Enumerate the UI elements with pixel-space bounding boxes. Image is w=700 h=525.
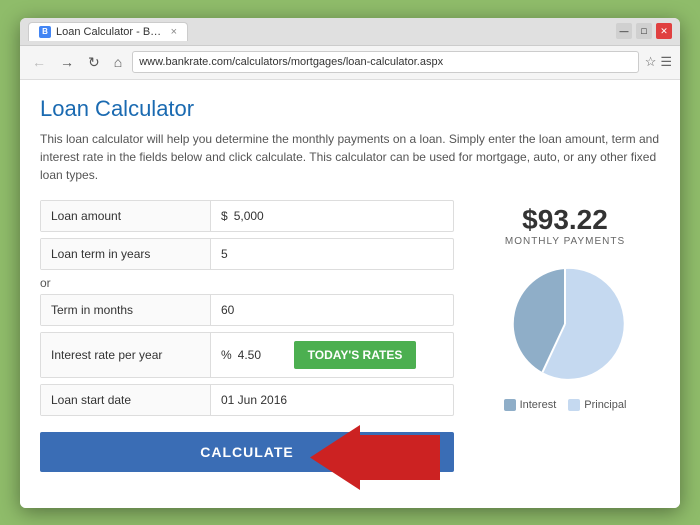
term-months-label: Term in months bbox=[41, 295, 211, 325]
term-months-input[interactable] bbox=[221, 303, 443, 317]
start-date-row: Loan start date bbox=[40, 384, 454, 416]
interest-label: Interest bbox=[520, 399, 557, 411]
back-button[interactable]: ← bbox=[28, 52, 50, 72]
title-bar: B Loan Calculator - Bankrat... × — □ ✕ bbox=[20, 18, 680, 46]
start-date-value bbox=[211, 385, 453, 415]
loan-amount-row: Loan amount $ bbox=[40, 200, 454, 232]
address-input[interactable] bbox=[132, 51, 638, 73]
loan-term-row: Loan term in years bbox=[40, 238, 454, 270]
pie-legend: Interest Principal bbox=[504, 399, 627, 411]
close-button[interactable]: ✕ bbox=[656, 23, 672, 39]
legend-principal: Principal bbox=[568, 399, 626, 411]
monthly-amount: $93.22 bbox=[522, 204, 608, 236]
loan-amount-value: $ bbox=[211, 201, 453, 231]
maximize-button[interactable]: □ bbox=[636, 23, 652, 39]
minimize-button[interactable]: — bbox=[616, 23, 632, 39]
or-text: or bbox=[40, 276, 454, 290]
tab-close-icon[interactable]: × bbox=[171, 26, 177, 38]
page-content: Loan Calculator This loan calculator wil… bbox=[20, 80, 680, 508]
interest-rate-input[interactable] bbox=[238, 348, 288, 362]
pie-svg bbox=[500, 259, 630, 389]
loan-term-input[interactable] bbox=[221, 247, 443, 261]
term-months-value bbox=[211, 295, 453, 325]
percent-symbol: % bbox=[221, 348, 232, 362]
bookmark-icon[interactable]: ☆ bbox=[645, 54, 657, 70]
address-bar: ← → ↻ ⌂ ☆ ☰ bbox=[20, 46, 680, 80]
term-months-row: Term in months bbox=[40, 294, 454, 326]
refresh-button[interactable]: ↻ bbox=[84, 52, 104, 73]
page-title: Loan Calculator bbox=[40, 96, 660, 122]
browser-window: B Loan Calculator - Bankrat... × — □ ✕ ←… bbox=[20, 18, 680, 508]
loan-term-label: Loan term in years bbox=[41, 239, 211, 269]
pie-chart bbox=[500, 259, 630, 389]
home-button[interactable]: ⌂ bbox=[110, 52, 126, 72]
tab-favicon: B bbox=[39, 26, 51, 38]
page-description: This loan calculator will help you deter… bbox=[40, 130, 660, 184]
principal-dot bbox=[568, 399, 580, 411]
loan-amount-label: Loan amount bbox=[41, 201, 211, 231]
address-icons: ☆ ☰ bbox=[645, 54, 672, 70]
legend-interest: Interest bbox=[504, 399, 557, 411]
result-section: $93.22 MONTHLY PAYMENTS bbox=[470, 200, 660, 472]
interest-rate-label: Interest rate per year bbox=[41, 333, 211, 377]
interest-rate-value: % TODAY'S RATES bbox=[211, 333, 453, 377]
tab-label: Loan Calculator - Bankrat... bbox=[56, 26, 162, 38]
start-date-label: Loan start date bbox=[41, 385, 211, 415]
principal-label: Principal bbox=[584, 399, 626, 411]
todays-rates-button[interactable]: TODAY'S RATES bbox=[294, 341, 417, 369]
window-controls: — □ ✕ bbox=[616, 23, 672, 39]
loan-term-value bbox=[211, 239, 453, 269]
form-section: Loan amount $ Loan term in years or bbox=[40, 200, 454, 472]
calculate-button[interactable]: CALCULATE bbox=[40, 432, 454, 472]
forward-button[interactable]: → bbox=[56, 52, 78, 72]
main-layout: Loan amount $ Loan term in years or bbox=[40, 200, 660, 472]
browser-tab[interactable]: B Loan Calculator - Bankrat... × bbox=[28, 22, 188, 41]
loan-amount-input[interactable] bbox=[234, 209, 443, 223]
interest-rate-row: Interest rate per year % TODAY'S RATES bbox=[40, 332, 454, 378]
monthly-label: MONTHLY PAYMENTS bbox=[505, 236, 625, 247]
currency-symbol: $ bbox=[221, 209, 228, 223]
start-date-input[interactable] bbox=[221, 393, 443, 407]
menu-icon[interactable]: ☰ bbox=[660, 54, 672, 70]
interest-dot bbox=[504, 399, 516, 411]
